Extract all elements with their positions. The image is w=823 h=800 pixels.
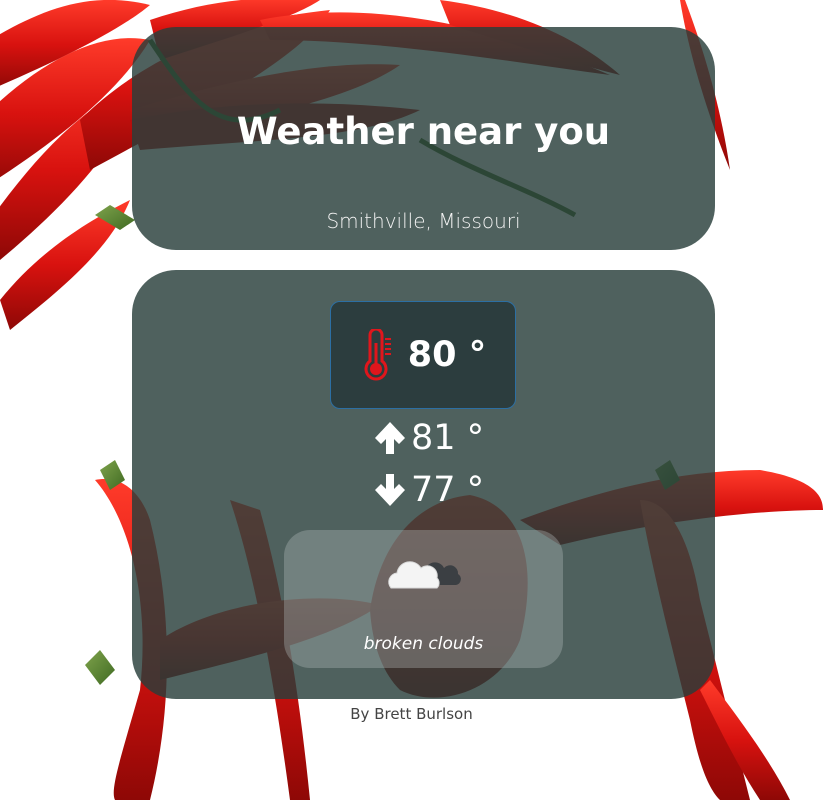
low-temperature: 77 ° [411, 470, 485, 510]
condition-description: broken clouds [363, 634, 484, 654]
page-title: Weather near you [236, 110, 611, 153]
header-card: Weather near you Smithville, Missouri [132, 27, 715, 250]
author-credit: By Brett Burlson [350, 705, 473, 723]
low-temperature-row: 77 ° [373, 470, 484, 510]
high-temperature: 81 ° [411, 418, 485, 458]
condition-box: broken clouds [284, 530, 563, 668]
current-temperature-box: 80 ° [330, 301, 516, 409]
broken-clouds-icon [388, 561, 461, 589]
thermometer-icon [364, 329, 391, 381]
location-label: Smithville, Missouri [326, 209, 521, 233]
high-temperature-row: 81 ° [373, 418, 484, 458]
arrow-up-icon [375, 422, 405, 454]
arrow-down-icon [375, 474, 405, 506]
current-temperature: 80 ° [407, 335, 487, 375]
